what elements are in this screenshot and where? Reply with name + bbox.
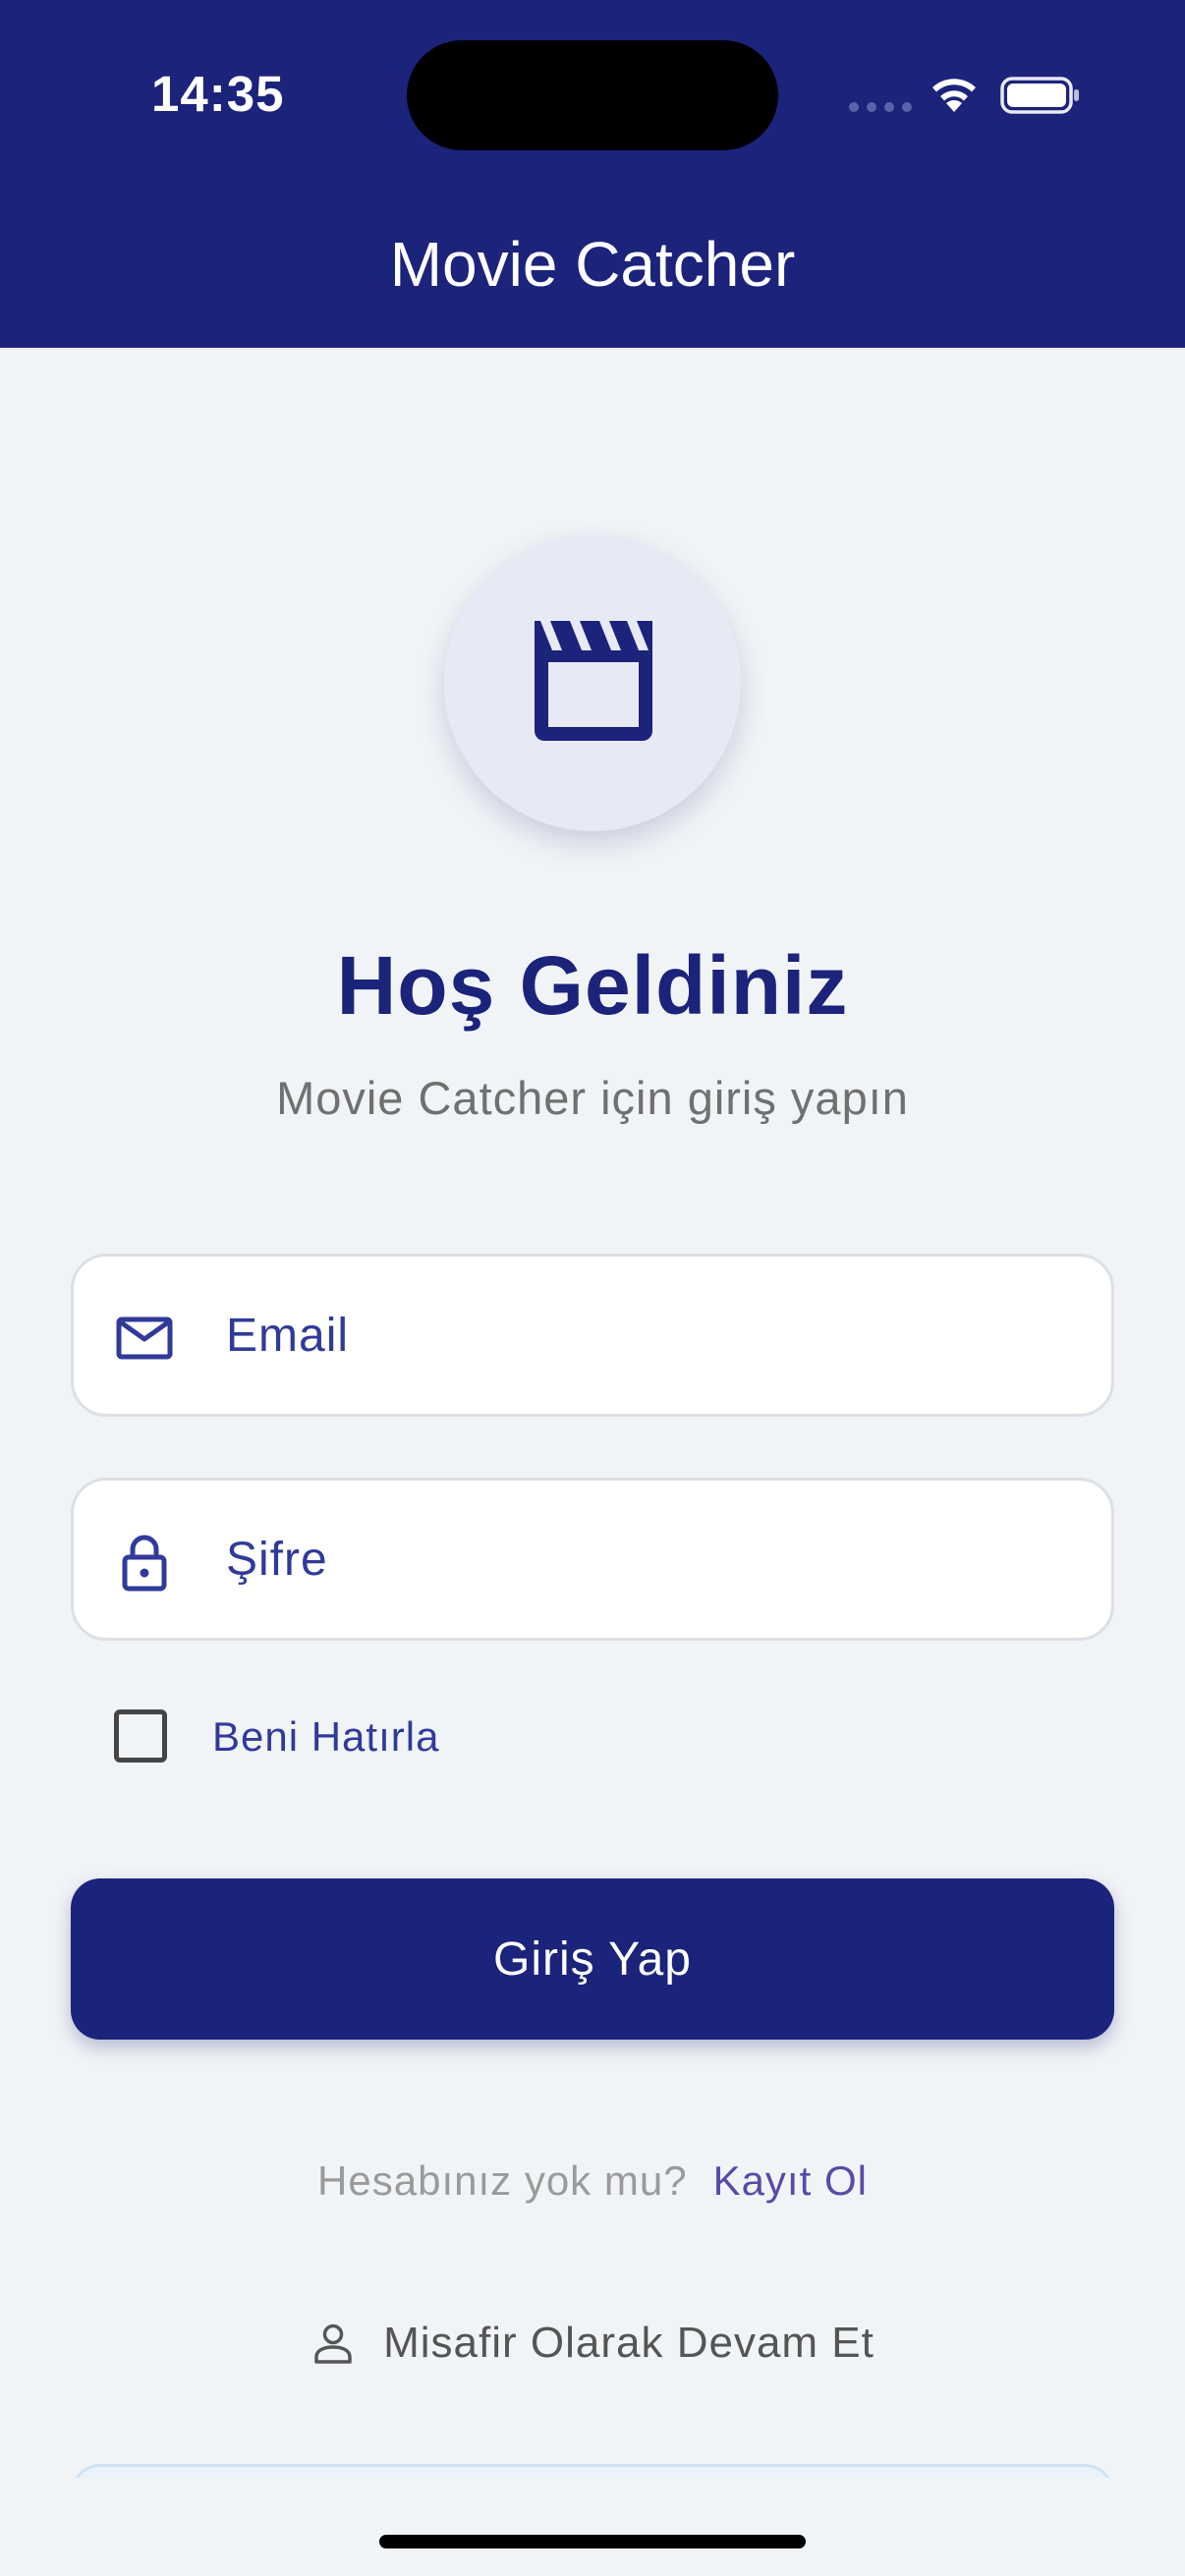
guest-label: Misafir Olarak Devam Et: [383, 2319, 875, 2367]
app-header: 14:35 Movie Catcher: [0, 0, 1185, 348]
cellular-dots-icon: [849, 102, 912, 112]
login-button[interactable]: Giriş Yap: [71, 1878, 1114, 2040]
email-field[interactable]: [71, 1254, 1114, 1417]
bottom-area: [0, 2478, 1185, 2576]
register-prompt: Hesabınız yok mu?: [317, 2157, 688, 2204]
password-field[interactable]: [71, 1478, 1114, 1641]
remember-me-checkbox[interactable]: [114, 1709, 167, 1763]
app-title: Movie Catcher: [389, 229, 796, 300]
wifi-icon: [932, 79, 976, 112]
clapperboard-icon: [535, 621, 652, 741]
welcome-title: Hoş Geldiniz: [336, 939, 849, 1032]
register-link[interactable]: Kayıt Ol: [713, 2157, 868, 2204]
welcome-subtitle: Movie Catcher için giriş yapın: [276, 1072, 909, 1124]
status-time: 14:35: [151, 66, 285, 122]
guest-continue-button[interactable]: Misafir Olarak Devam Et: [0, 2319, 1185, 2368]
remember-me-label[interactable]: Beni Hatırla: [212, 1713, 439, 1761]
password-input[interactable]: [226, 1481, 1071, 1638]
lock-icon: [122, 1535, 167, 1592]
battery-icon: [1000, 77, 1079, 114]
mail-icon: [116, 1316, 173, 1360]
person-outline-icon: [314, 2324, 352, 2364]
home-indicator: [379, 2535, 806, 2548]
register-row: Hesabınız yok mu? Kayıt Ol: [0, 2157, 1185, 2205]
app-logo: [444, 534, 741, 831]
dynamic-island: [407, 40, 778, 150]
email-input[interactable]: [226, 1257, 1071, 1414]
